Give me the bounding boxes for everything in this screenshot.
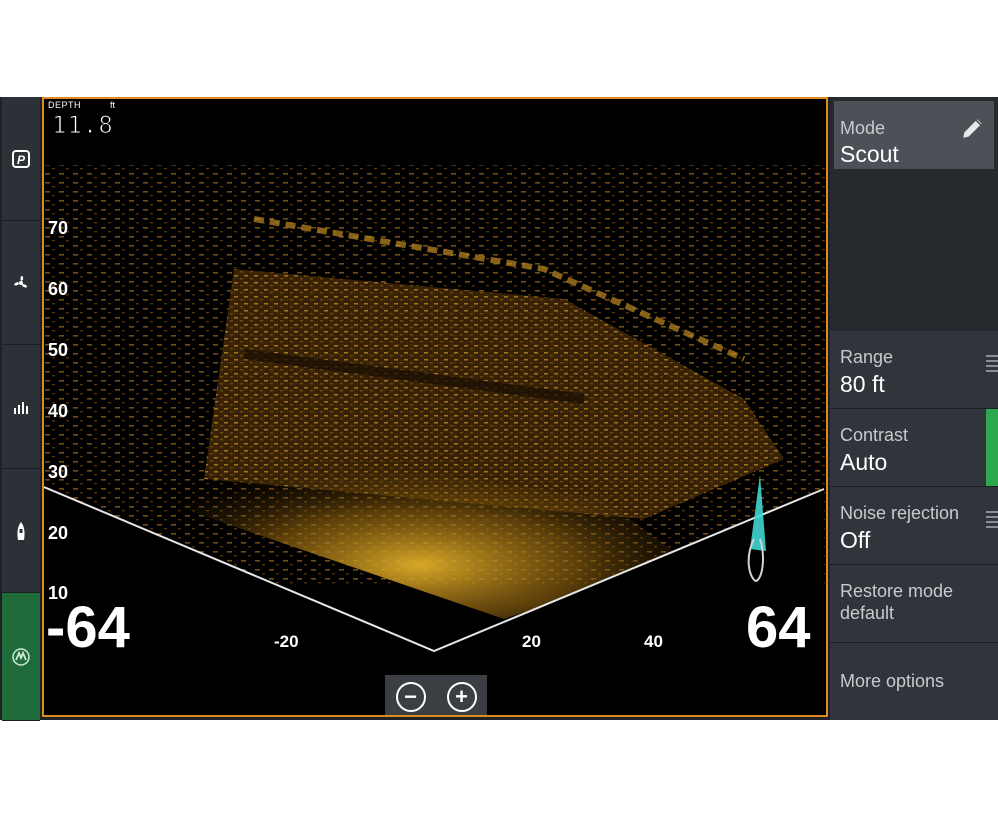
depth-label: DEPTH [48,100,82,110]
contrast-item[interactable]: Contrast Auto [830,409,998,487]
range-label: Range [840,347,894,367]
svg-text:P: P [17,153,26,167]
depth-tick: 30 [48,462,69,482]
sonar-view[interactable]: DEPTH ft 11.8 70 60 50 40 30 20 10 -64 6… [42,97,828,717]
rail-boat-button[interactable] [2,469,40,593]
settings-menu: Mode Scout Range 80 ft Contrast Auto Noi… [830,97,998,720]
more-options-label: More options [840,671,945,691]
depth-value: 11.8 [52,111,114,140]
propeller-icon [14,275,28,288]
parking-icon: P [12,149,30,168]
zoom-controls: − + [385,675,487,715]
boat-icon [17,521,25,540]
depth-tick: 50 [48,340,69,360]
noise-rejection-item[interactable]: Noise rejection Off [830,487,998,565]
x-tick: 40 [644,632,663,651]
left-rail: P [2,97,40,721]
noise-value: Off [840,527,871,553]
restore-label-line2: default [840,603,895,623]
range-item[interactable]: Range 80 ft [830,331,998,409]
pencil-icon[interactable] [960,115,986,141]
left-range-value: -64 [46,595,130,660]
grip-icon [986,511,998,531]
zoom-in-button[interactable]: + [446,682,477,712]
depth-unit: ft [110,100,116,110]
mode-item[interactable]: Mode Scout [834,101,994,169]
x-tick: -20 [274,632,299,651]
sonar-screen: P DEPTH ft 11.8 70 60 50 40 30 20 10 -64… [0,97,998,721]
depth-tick: 20 [48,523,69,543]
contrast-value: Auto [840,449,888,475]
rail-parking-button[interactable]: P [2,97,40,221]
restore-label-line1: Restore mode [840,581,954,601]
noise-label: Noise rejection [840,503,960,523]
depth-tick: 70 [48,218,69,238]
rail-propeller-button[interactable] [2,221,40,345]
sonar-image [44,99,826,715]
signal-bars-icon [14,401,28,414]
restore-default-item[interactable]: Restore mode default [830,565,998,643]
more-options-item[interactable]: More options [830,643,998,720]
grip-icon [986,355,998,375]
range-value: 80 ft [840,371,885,397]
contrast-label: Contrast [840,425,909,445]
mode-value: Scout [840,141,899,167]
brand-logo-icon [12,647,30,666]
right-range-value: 64 [746,595,811,660]
x-tick: 20 [522,632,541,651]
rail-signal-button[interactable] [2,345,40,469]
rail-brand-button[interactable] [2,593,40,721]
zoom-out-button[interactable]: − [395,682,426,712]
mode-label: Mode [840,118,886,138]
contrast-slider-indicator[interactable] [986,409,998,486]
depth-tick: 60 [48,279,69,299]
depth-tick: 40 [48,401,69,421]
